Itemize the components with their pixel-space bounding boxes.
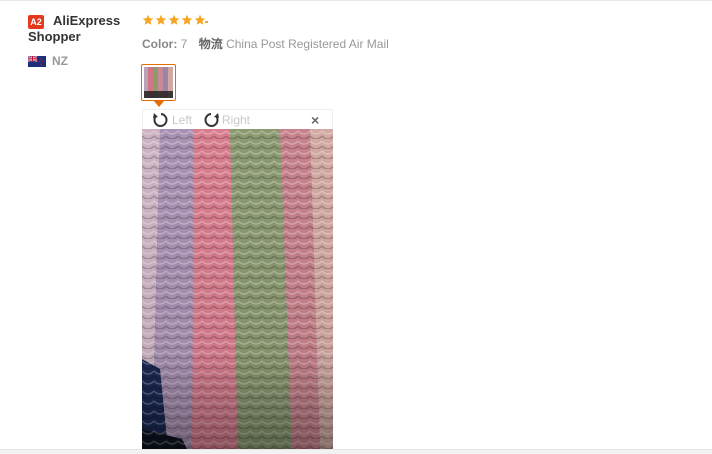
photo-viewer-toolbar: Left Right × [142, 109, 333, 129]
review-photo-thumbnail[interactable] [141, 64, 176, 101]
color-value: 7 [180, 37, 188, 51]
reviewer-country: NZ [52, 54, 68, 68]
review-meta: Color: 7 物流 China Post Registered Air Ma… [142, 35, 389, 52]
rotate-left-button[interactable]: Left [151, 111, 192, 129]
star-icon [142, 14, 154, 25]
shipping-value: China Post Registered Air Mail [226, 37, 389, 51]
star-rating-tail [205, 21, 208, 23]
bottom-strip [0, 450, 712, 454]
rotate-right-button[interactable]: Right [201, 111, 250, 129]
star-icon [155, 14, 167, 25]
star-icon [168, 14, 180, 25]
rotate-right-icon [204, 113, 219, 127]
close-viewer-button[interactable]: × [311, 112, 319, 128]
star-icon [181, 14, 193, 25]
top-divider [0, 0, 712, 1]
knitted-scarf-photo [142, 129, 333, 449]
nz-flag-icon [28, 56, 46, 67]
rotate-left-icon [153, 113, 168, 127]
star-rating [142, 14, 206, 26]
reviewer-name: AliExpress Shopper [28, 13, 121, 44]
thumbnail-caret [154, 101, 164, 107]
star-icon [194, 14, 206, 25]
review-photo-large [142, 129, 333, 449]
rotate-right-label: Right [222, 113, 251, 127]
shipping-label: 物流 [198, 37, 223, 51]
thumbnail-image [144, 67, 173, 98]
rotate-left-label: Left [172, 113, 193, 127]
color-label: Color: [142, 37, 178, 51]
